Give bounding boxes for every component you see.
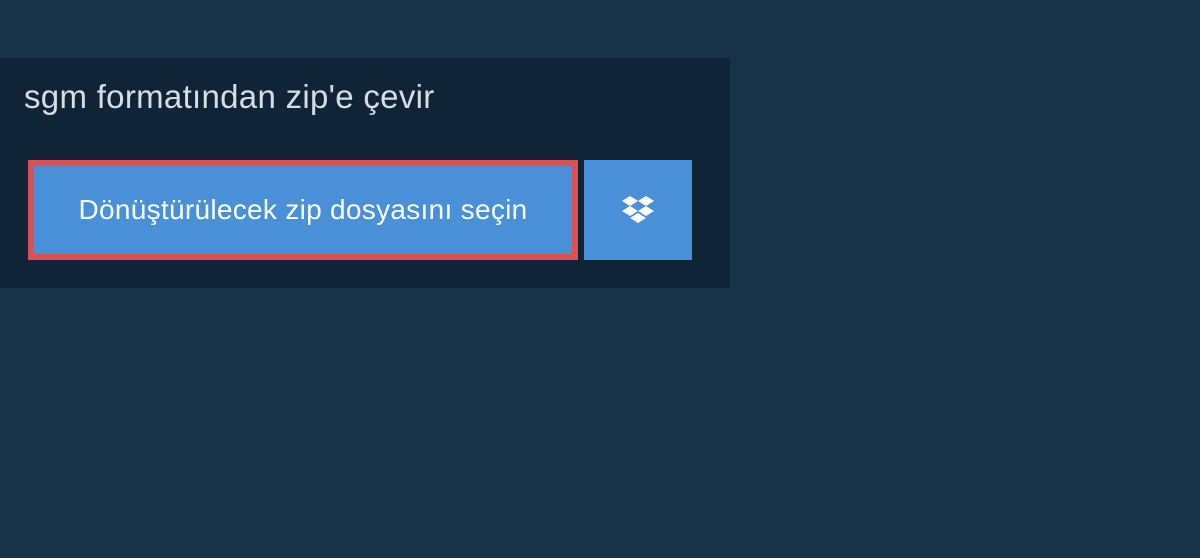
dropbox-button[interactable]	[584, 160, 692, 260]
button-row: Dönüştürülecek zip dosyasını seçin	[0, 140, 730, 288]
choose-file-button[interactable]: Dönüştürülecek zip dosyasını seçin	[28, 160, 578, 260]
title-bar: sgm formatından zip'e çevir	[0, 58, 540, 140]
dropbox-icon	[622, 194, 654, 226]
converter-panel: sgm formatından zip'e çevir Dönüştürülec…	[0, 58, 730, 288]
page-title: sgm formatından zip'e çevir	[24, 78, 516, 116]
